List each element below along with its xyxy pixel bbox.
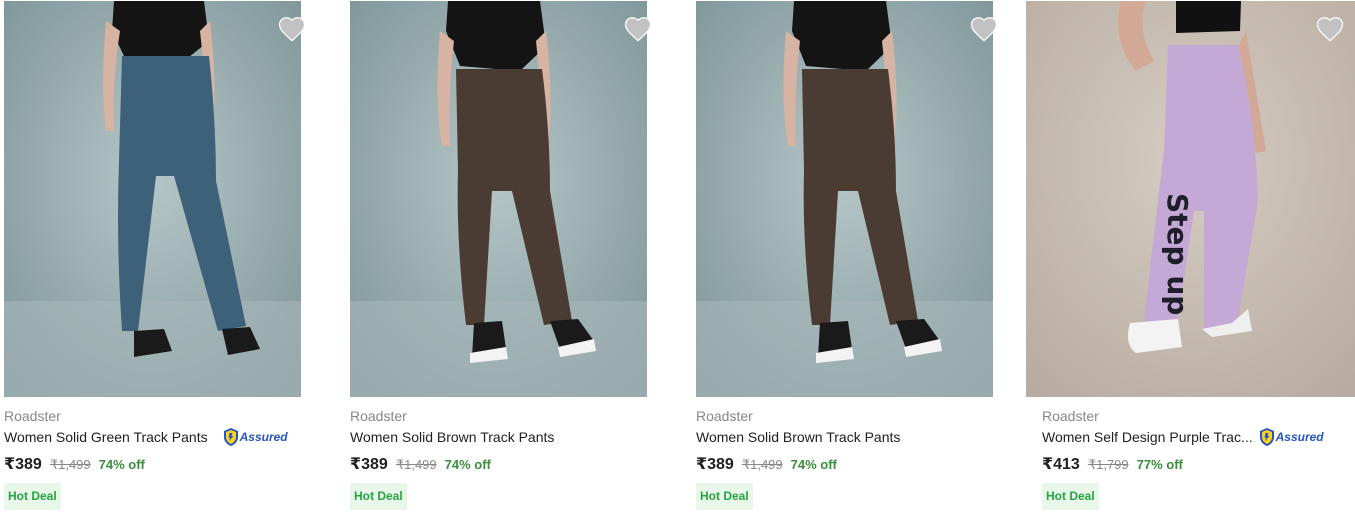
- svg-text:Step up: Step up: [1161, 193, 1194, 315]
- assured-label: Assured: [1275, 430, 1324, 444]
- original-price: ₹1,499: [49, 457, 91, 472]
- product-brand: Roadster: [1042, 408, 1099, 424]
- hot-deal-badge: Hot Deal: [696, 483, 753, 510]
- product-info: Roadster Women Self Design Purple Trac..…: [1042, 407, 1342, 510]
- product-brand: Roadster: [4, 408, 61, 424]
- product-info: Roadster Women Solid Brown Track Pants ₹…: [350, 407, 650, 510]
- price-row: ₹389 ₹1,499 74% off: [350, 454, 650, 474]
- product-info: Roadster Women Solid Green Track Pants A…: [4, 407, 304, 510]
- product-brand: Roadster: [350, 408, 407, 424]
- wishlist-heart-icon[interactable]: [1315, 14, 1345, 44]
- selling-price: ₹389: [696, 456, 734, 473]
- price-row: ₹389 ₹1,499 74% off: [4, 454, 304, 474]
- title-row: Women Self Design Purple Trac... Assured: [1042, 427, 1342, 447]
- wishlist-heart-icon[interactable]: [623, 14, 653, 44]
- selling-price: ₹389: [4, 456, 42, 473]
- product-image[interactable]: [696, 1, 993, 397]
- assured-label: Assured: [239, 430, 288, 444]
- original-price: ₹1,499: [741, 457, 783, 472]
- discount-percent: 77% off: [1136, 457, 1183, 472]
- product-card[interactable]: Step up Roadster Women Self Design Purpl…: [1026, 0, 1355, 512]
- hot-deal-badge: Hot Deal: [350, 483, 407, 510]
- title-row: Women Solid Brown Track Pants: [350, 427, 650, 447]
- hot-deal-badge: Hot Deal: [1042, 483, 1099, 510]
- product-brand: Roadster: [696, 408, 753, 424]
- product-card[interactable]: Roadster Women Solid Brown Track Pants ₹…: [696, 0, 999, 512]
- product-card[interactable]: Roadster Women Solid Green Track Pants A…: [4, 0, 307, 512]
- discount-percent: 74% off: [444, 457, 491, 472]
- product-image[interactable]: [350, 1, 647, 397]
- assured-badge: Assured: [1259, 428, 1324, 446]
- price-row: ₹413 ₹1,799 77% off: [1042, 454, 1342, 474]
- selling-price: ₹389: [350, 456, 388, 473]
- product-title[interactable]: Women Solid Brown Track Pants: [696, 427, 900, 447]
- product-title[interactable]: Women Self Design Purple Trac...: [1042, 427, 1253, 447]
- product-title[interactable]: Women Solid Green Track Pants: [4, 427, 208, 447]
- product-image[interactable]: [4, 1, 301, 397]
- wishlist-heart-icon[interactable]: [969, 14, 999, 44]
- title-row: Women Solid Brown Track Pants: [696, 427, 996, 447]
- product-card[interactable]: Roadster Women Solid Brown Track Pants ₹…: [350, 0, 653, 512]
- discount-percent: 74% off: [98, 457, 145, 472]
- hot-deal-badge: Hot Deal: [4, 483, 61, 510]
- assured-badge: Assured: [223, 428, 288, 446]
- wishlist-heart-icon[interactable]: [277, 14, 307, 44]
- product-image[interactable]: Step up: [1026, 1, 1355, 397]
- price-row: ₹389 ₹1,499 74% off: [696, 454, 996, 474]
- assured-shield-icon: [223, 428, 238, 446]
- title-row: Women Solid Green Track Pants Assured: [4, 427, 304, 447]
- product-info: Roadster Women Solid Brown Track Pants ₹…: [696, 407, 996, 510]
- discount-percent: 74% off: [790, 457, 837, 472]
- product-title[interactable]: Women Solid Brown Track Pants: [350, 427, 554, 447]
- original-price: ₹1,799: [1087, 457, 1129, 472]
- original-price: ₹1,499: [395, 457, 437, 472]
- selling-price: ₹413: [1042, 456, 1080, 473]
- assured-shield-icon: [1259, 428, 1274, 446]
